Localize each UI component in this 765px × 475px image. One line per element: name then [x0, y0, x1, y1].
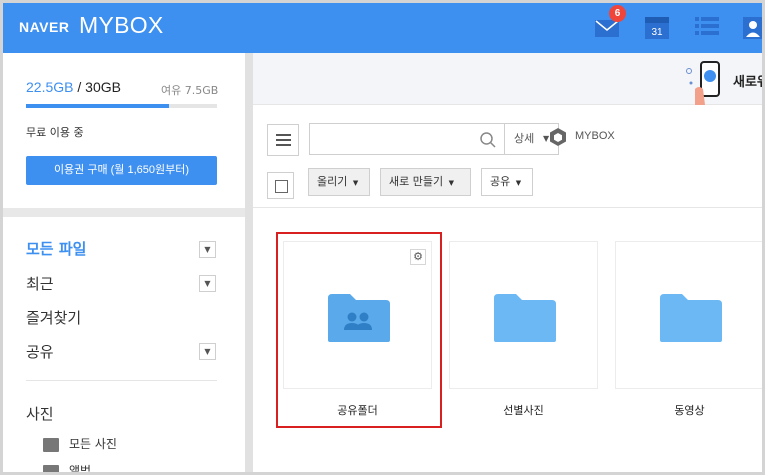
sidebar-item-recent[interactable]: 최근: [26, 273, 54, 294]
plan-status: 무료 이용 중: [26, 126, 84, 139]
sidebar-item-all-photos[interactable]: 모든 사진: [43, 435, 117, 452]
storage-usage: 22.5GB / 30GB: [26, 79, 121, 95]
sidebar-item-shared[interactable]: 공유: [26, 341, 54, 362]
top-bar: NAVER MYBOX 6 31: [3, 3, 765, 53]
main-content: 새로워 상세 ▼ MYBOX: [253, 53, 762, 472]
new-create-button[interactable]: 새로 만들기 ▼: [380, 168, 471, 196]
shared-caret-icon[interactable]: ▼: [199, 343, 216, 360]
all-files-caret-icon[interactable]: ▼: [199, 241, 216, 258]
search-input[interactable]: [310, 124, 475, 154]
toolbar: 상세 ▼ MYBOX 올리기 ▼ 새로 만들기 ▼ 공유 ▼: [253, 106, 762, 208]
calendar-icon[interactable]: 31: [643, 14, 671, 40]
storage-total: 30GB: [85, 79, 121, 95]
breadcrumb[interactable]: MYBOX: [550, 128, 615, 146]
storage-free: 여유 7.5GB: [161, 84, 219, 97]
folder-icon: [660, 294, 722, 342]
storage-separator: /: [73, 79, 86, 95]
list-view-icon[interactable]: [693, 14, 721, 40]
naver-logo[interactable]: NAVER: [19, 19, 69, 35]
sidebar-item-favorites[interactable]: 즐겨찾기: [26, 307, 81, 328]
sidebar: 22.5GB / 30GB 여유 7.5GB 무료 이용 중 이용권 구매 (월…: [3, 53, 245, 475]
share-label: 공유: [490, 175, 511, 188]
storage-bar-fill: [26, 104, 170, 108]
mail-count-badge: 6: [609, 5, 626, 22]
sidebar-scroll-gutter[interactable]: [245, 53, 253, 472]
album-label: 앨범: [69, 464, 92, 475]
storage-bar: [26, 104, 217, 108]
file-card-selected-photos[interactable]: [449, 241, 598, 389]
share-button[interactable]: 공유 ▼: [481, 168, 533, 196]
storage-used: 22.5GB: [26, 79, 74, 95]
chevron-down-icon: ▼: [515, 179, 522, 187]
banner-text: 새로워: [733, 75, 762, 90]
recent-caret-icon[interactable]: ▼: [199, 275, 216, 292]
search-box: [309, 123, 505, 155]
chevron-down-icon: ▼: [352, 179, 359, 187]
mybox-logo[interactable]: MYBOX: [79, 12, 164, 39]
sidebar-separator: [26, 380, 217, 381]
cube-icon: [550, 128, 566, 146]
file-card-videos[interactable]: [615, 241, 762, 389]
breadcrumb-root: MYBOX: [575, 130, 615, 142]
upload-label: 올리기: [317, 175, 348, 188]
sidebar-photos-heading[interactable]: 사진: [26, 403, 54, 424]
profile-icon[interactable]: [741, 14, 765, 40]
sidebar-item-all-files[interactable]: 모든 파일: [26, 238, 86, 259]
calendar-day: 31: [651, 27, 663, 38]
search-icon[interactable]: [479, 131, 497, 149]
phone-hand-icon: [686, 61, 720, 105]
chevron-down-icon: ▼: [448, 179, 454, 187]
menu-toggle-button[interactable]: [267, 124, 299, 156]
app-window: NAVER MYBOX 6 31 22.5GB / 30GB 여유 7.5GB …: [0, 0, 765, 475]
select-all-checkbox[interactable]: [267, 172, 294, 199]
album-icon: [43, 464, 59, 472]
file-name-videos[interactable]: 동영상: [615, 402, 762, 418]
buy-plan-button[interactable]: 이용권 구매 (월 1,650원부터): [26, 156, 217, 185]
detail-label: 상세: [514, 132, 535, 145]
folder-icon: [494, 294, 556, 342]
new-label: 새로 만들기: [389, 175, 444, 188]
sidebar-divider: [3, 208, 245, 217]
file-name-selected-photos[interactable]: 선별사진: [449, 402, 598, 418]
selection-highlight: [276, 232, 442, 428]
sidebar-item-album[interactable]: 앨범: [43, 462, 92, 475]
image-icon: [43, 437, 59, 452]
upload-button[interactable]: 올리기 ▼: [308, 168, 370, 196]
promo-banner[interactable]: 새로워: [253, 53, 762, 105]
all-photos-label: 모든 사진: [69, 437, 117, 451]
